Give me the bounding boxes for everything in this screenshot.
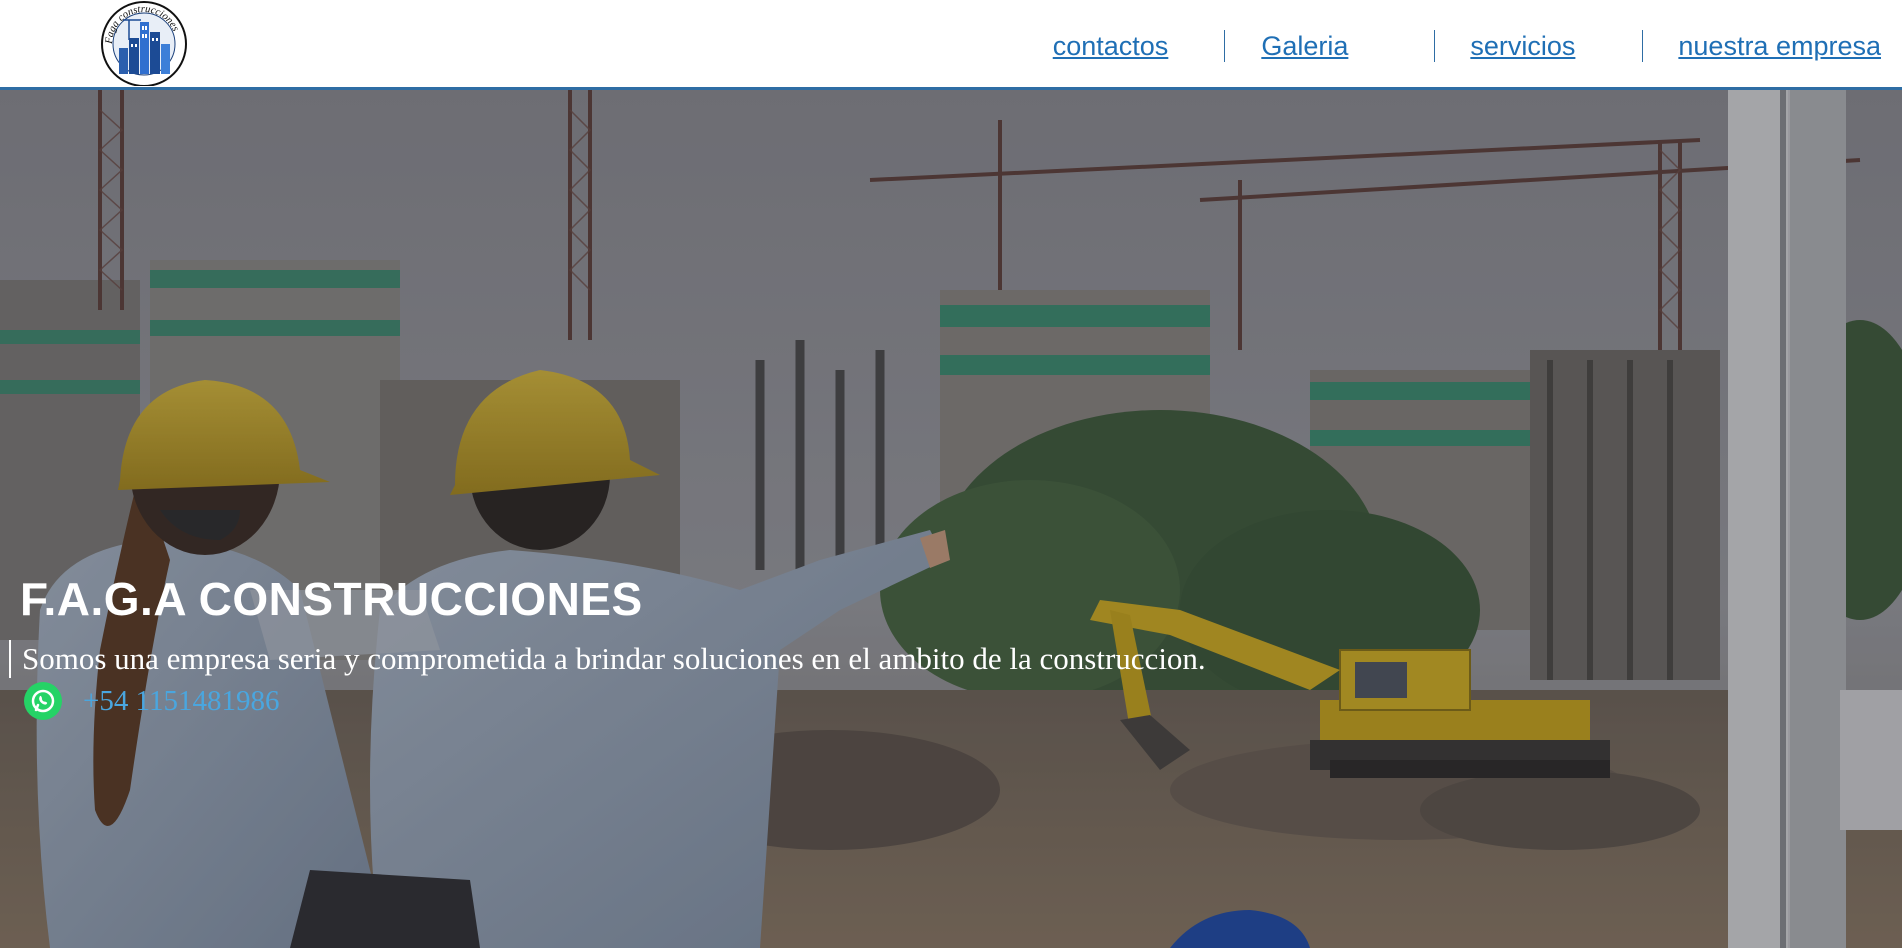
nav-link-contactos[interactable]: contactos	[1053, 31, 1169, 62]
nav-link-nuestra-empresa[interactable]: nuestra empresa	[1678, 31, 1881, 62]
hero-content: F.A.G.A CONSTRUCCIONES Somos una empresa…	[0, 90, 1902, 948]
main-nav: contactos Galeria servicios nuestra empr…	[1053, 26, 1881, 66]
company-title: F.A.G.A CONSTRUCCIONES	[20, 573, 643, 625]
nav-link-galeria[interactable]: Galeria	[1261, 31, 1348, 62]
company-tagline: Somos una empresa seria y comprometida a…	[9, 640, 1206, 678]
contact-phone-row[interactable]: +54 1151481986	[24, 680, 280, 722]
whatsapp-icon[interactable]	[24, 682, 62, 720]
company-logo[interactable]: Faga construcciones	[99, 0, 189, 86]
nav-divider	[1642, 30, 1644, 62]
nav-divider	[1224, 30, 1226, 62]
nav-link-servicios[interactable]: servicios	[1470, 31, 1575, 62]
nav-divider	[1434, 30, 1436, 62]
phone-number-link[interactable]: +54 1151481986	[83, 685, 280, 718]
hero-banner: F.A.G.A CONSTRUCCIONES Somos una empresa…	[0, 90, 1902, 948]
site-header: Faga construcciones contactos Galeria se…	[0, 0, 1902, 90]
